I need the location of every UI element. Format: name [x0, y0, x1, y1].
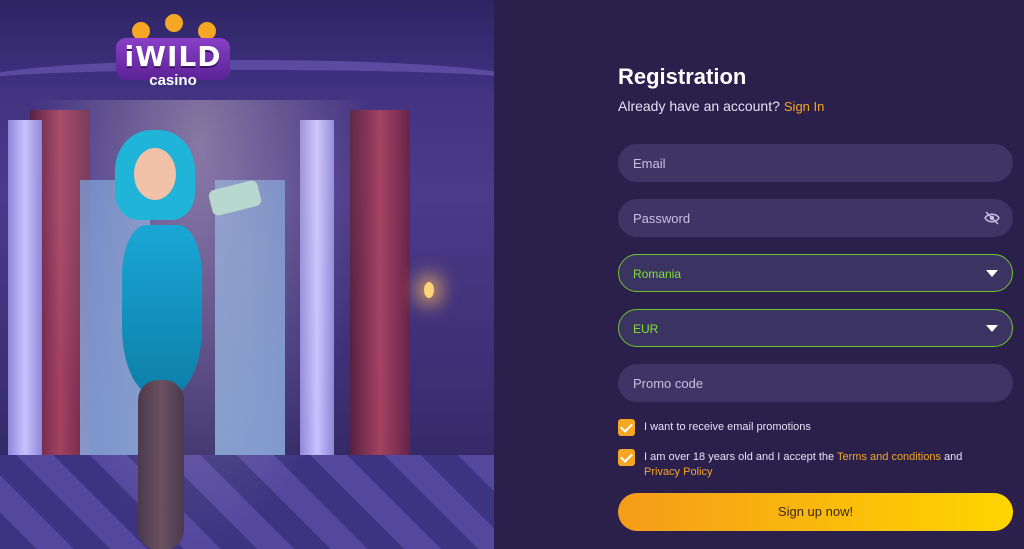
country-value: Romania: [633, 267, 682, 281]
logo-wordmark: iWILD: [124, 40, 222, 73]
and-text: and: [944, 451, 963, 463]
terms-link[interactable]: Terms and conditions: [837, 451, 941, 463]
email-field[interactable]: Email: [618, 144, 1013, 182]
wall-lamp: [424, 282, 434, 298]
hero-art-panel: iWILD casino: [0, 0, 494, 549]
currency-value: EUR: [633, 322, 659, 336]
age-text: I am over 18 years old and I accept the: [644, 451, 835, 463]
country-select[interactable]: Romania: [618, 254, 1013, 292]
age-terms-checkbox[interactable]: [618, 449, 635, 466]
jester-character: [60, 130, 263, 549]
sign-up-button[interactable]: Sign up now!: [618, 493, 1013, 531]
logo-subtitle: casino: [149, 72, 197, 89]
chevron-down-icon: [986, 325, 998, 332]
chevron-down-icon: [986, 270, 998, 277]
email-promotions-row: I want to receive email promotions: [618, 419, 1018, 439]
age-terms-label: I am over 18 years old and I accept the …: [644, 450, 1004, 480]
registration-panel: Registration Already have an account? Sig…: [494, 0, 1024, 549]
sign-in-link[interactable]: Sign In: [784, 99, 824, 114]
password-placeholder: Password: [633, 211, 691, 226]
privacy-policy-link[interactable]: Privacy Policy: [644, 466, 712, 478]
signin-prompt: Already have an account? Sign In: [618, 98, 824, 114]
age-terms-row: I am over 18 years old and I accept the …: [618, 449, 1018, 481]
iwild-casino-logo[interactable]: iWILD casino: [112, 14, 234, 90]
promo-code-field[interactable]: Promo code: [618, 364, 1013, 402]
playing-cards: [207, 179, 263, 217]
eye-off-icon[interactable]: [984, 211, 1000, 225]
character-legs: [138, 380, 184, 549]
password-field[interactable]: Password: [618, 199, 1013, 237]
already-account-text: Already have an account?: [618, 98, 780, 114]
email-promotions-label: I want to receive email promotions: [644, 421, 811, 433]
jester-hat-icon: [132, 14, 216, 40]
currency-select[interactable]: EUR: [618, 309, 1013, 347]
promo-placeholder: Promo code: [633, 376, 704, 391]
character-dress: [122, 225, 202, 395]
email-promotions-checkbox[interactable]: [618, 419, 635, 436]
page-title: Registration: [618, 64, 747, 89]
email-placeholder: Email: [633, 156, 666, 171]
arch: [0, 60, 494, 100]
character-face: [134, 148, 176, 200]
